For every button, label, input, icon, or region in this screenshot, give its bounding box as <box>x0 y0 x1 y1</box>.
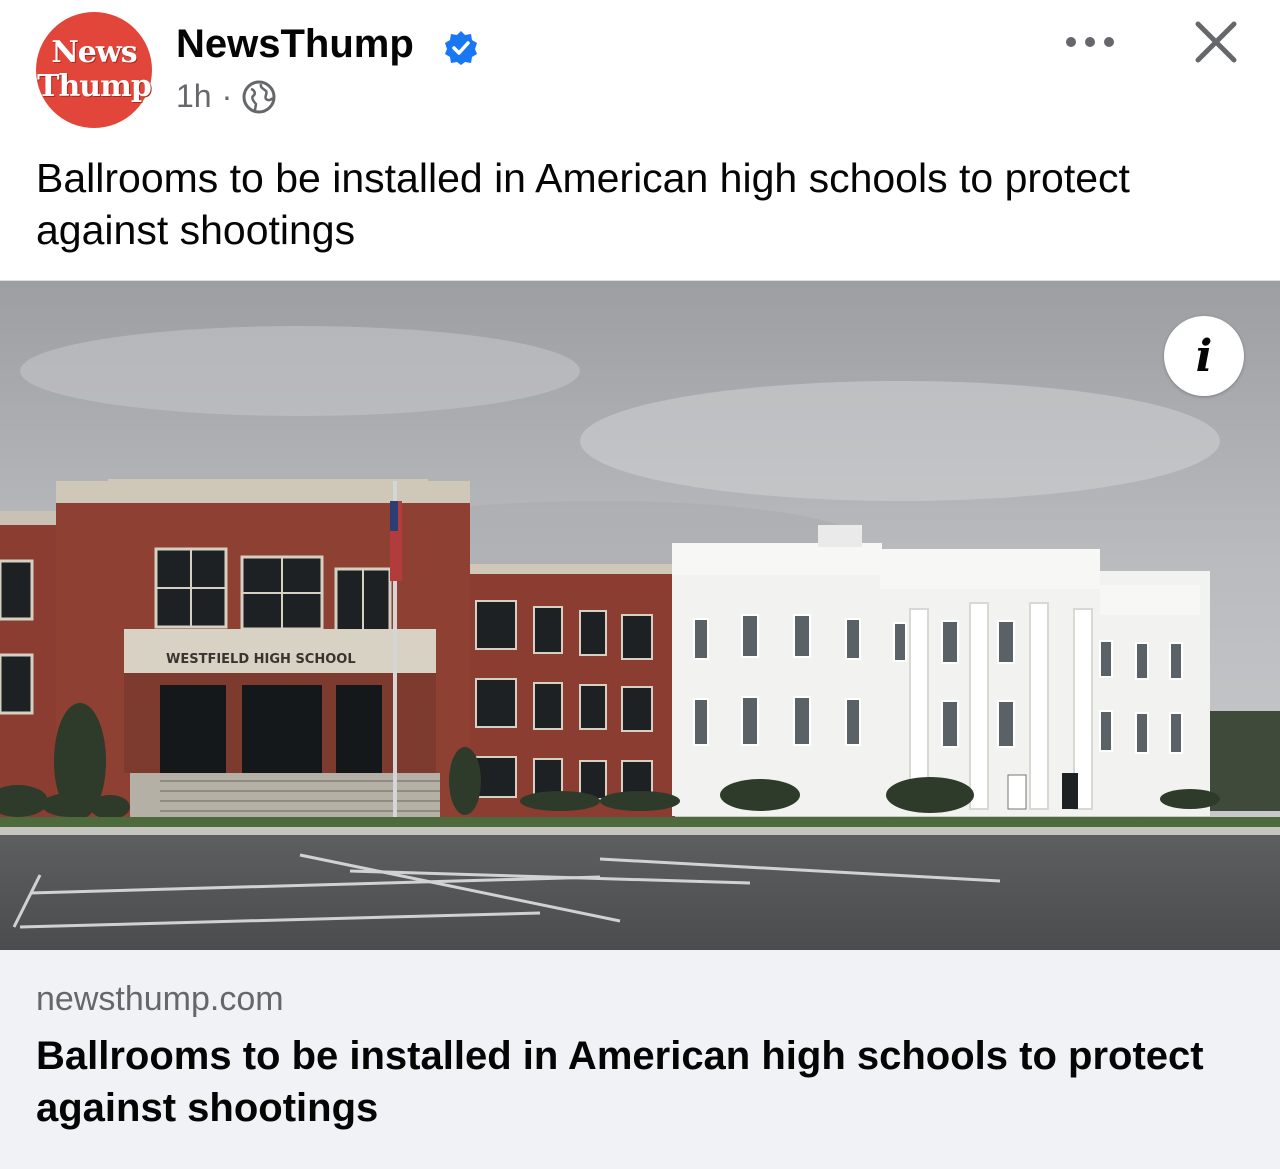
more-dot <box>1066 37 1076 47</box>
info-button[interactable]: i <box>1164 316 1244 396</box>
post-text: Ballrooms to be installed in American hi… <box>36 155 1130 253</box>
globe-icon <box>242 80 276 113</box>
more-dot <box>1085 37 1095 47</box>
link-preview-image[interactable]: WESTFIELD HIGH SCHOOL <box>0 280 1280 950</box>
avatar-logo-line1: News <box>51 35 137 70</box>
info-icon: i <box>1195 330 1213 382</box>
school-building-photo: WESTFIELD HIGH SCHOOL <box>0 281 1280 950</box>
post-time[interactable]: 1h <box>176 78 212 115</box>
school-sign: WESTFIELD HIGH SCHOOL <box>166 652 356 667</box>
page-name[interactable]: NewsThump <box>176 22 414 67</box>
more-dot <box>1104 37 1114 47</box>
post-header: News Thump NewsThump 1h · <box>0 0 1280 140</box>
meta-separator: · <box>221 78 233 114</box>
close-icon[interactable] <box>1192 18 1240 66</box>
more-options-button[interactable] <box>1060 22 1120 62</box>
verified-badge-icon <box>445 31 477 65</box>
post-meta: 1h · <box>176 78 276 115</box>
link-domain: newsthump.com <box>36 980 284 1018</box>
link-title[interactable]: Ballrooms to be installed in American hi… <box>36 1030 1216 1134</box>
avatar-logo-line2: Thump <box>37 69 152 104</box>
page-avatar[interactable]: News Thump <box>36 12 152 128</box>
